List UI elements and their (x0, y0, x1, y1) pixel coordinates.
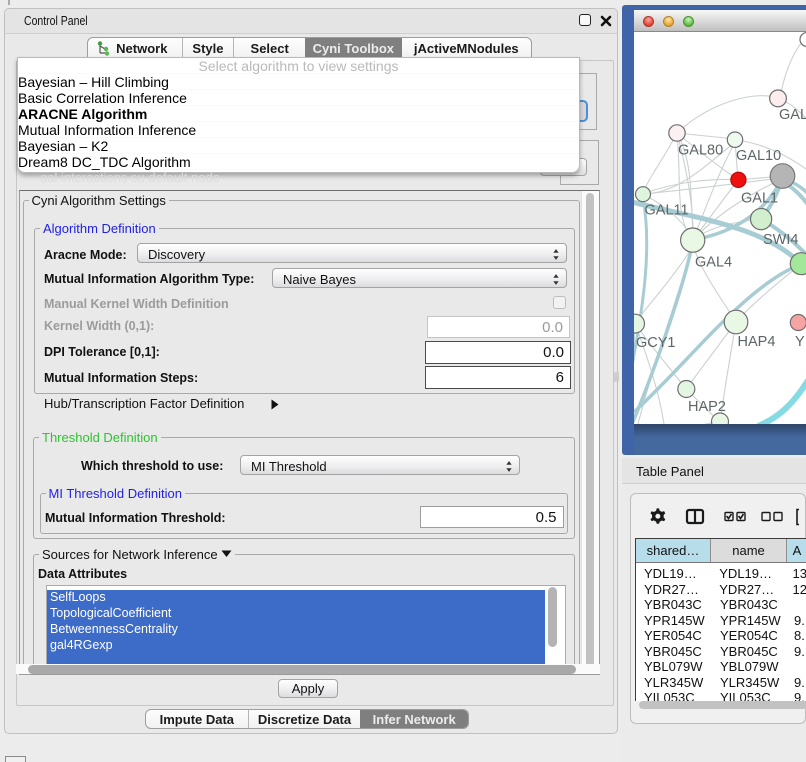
svg-text:GAL4: GAL4 (695, 255, 732, 271)
svg-text:GAL10: GAL10 (736, 148, 781, 164)
svg-text:HAP4: HAP4 (738, 334, 776, 350)
svg-text:GCY1: GCY1 (636, 335, 676, 351)
svg-text:GAL11: GAL11 (645, 203, 689, 219)
svg-text:Y: Y (795, 334, 805, 350)
svg-text:GAL: GAL (779, 107, 806, 123)
svg-text:GAL80: GAL80 (678, 143, 723, 159)
svg-text:SWI4: SWI4 (763, 232, 798, 248)
svg-text:HAP2: HAP2 (688, 399, 726, 415)
svg-text:GAL1: GAL1 (741, 191, 778, 207)
